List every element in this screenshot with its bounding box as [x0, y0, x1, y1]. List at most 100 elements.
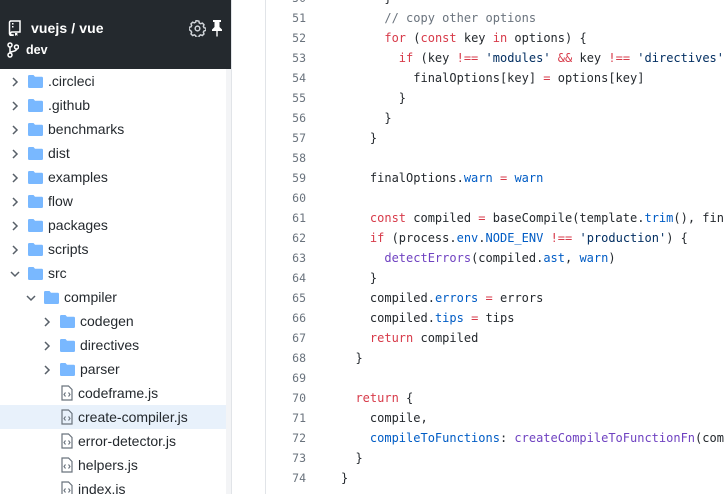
code-line: 51 // copy other options: [266, 8, 724, 28]
tree-item-label: .circleci: [48, 73, 95, 89]
line-number[interactable]: 71: [266, 408, 306, 428]
tree-folder[interactable]: benchmarks: [0, 117, 231, 141]
tree-item-label: packages: [48, 217, 108, 233]
chevron-right-icon[interactable]: [9, 171, 21, 183]
chevron-right-icon[interactable]: [9, 75, 21, 87]
line-number[interactable]: 53: [266, 48, 306, 68]
line-number[interactable]: 73: [266, 448, 306, 468]
line-number[interactable]: 56: [266, 108, 306, 128]
tree-item-label: dist: [48, 145, 70, 161]
line-number[interactable]: 68: [266, 348, 306, 368]
code-viewer: 50 }51 // copy other options52 for (cons…: [265, 0, 724, 494]
line-number[interactable]: 62: [266, 228, 306, 248]
code-token: // copy other options: [384, 11, 537, 25]
chevron-right-icon[interactable]: [41, 339, 53, 351]
line-number[interactable]: 55: [266, 88, 306, 108]
code-token: (process.: [384, 231, 457, 245]
code-line: 74}: [266, 468, 724, 488]
tree-file[interactable]: error-detector.js: [0, 429, 231, 453]
tree-file[interactable]: index.js: [0, 477, 231, 494]
chevron-right-icon[interactable]: [9, 243, 21, 255]
line-number[interactable]: 72: [266, 428, 306, 448]
line-number[interactable]: 61: [266, 208, 306, 228]
tree-folder[interactable]: examples: [0, 165, 231, 189]
tree-folder[interactable]: codegen: [0, 309, 231, 333]
chevron-right-icon[interactable]: [41, 363, 53, 375]
code-text: return {: [306, 388, 413, 408]
tree-folder[interactable]: .github: [0, 93, 231, 117]
chevron-right-icon[interactable]: [9, 99, 21, 111]
chevron-right-icon[interactable]: [41, 315, 53, 327]
line-number[interactable]: 50: [266, 0, 306, 8]
code-text: }: [306, 448, 362, 468]
tree-folder[interactable]: parser: [0, 357, 231, 381]
code-token: trim: [644, 211, 674, 225]
tree-file[interactable]: create-compiler.js: [0, 405, 231, 429]
line-number[interactable]: 64: [266, 268, 306, 288]
line-number[interactable]: 63: [266, 248, 306, 268]
gear-icon[interactable]: [188, 19, 207, 39]
chevron-right-icon[interactable]: [9, 147, 21, 159]
tree-file[interactable]: codeframe.js: [0, 381, 231, 405]
line-number[interactable]: 69: [266, 368, 306, 388]
line-number[interactable]: 66: [266, 308, 306, 328]
code-line: 52 for (const key in options) {: [266, 28, 724, 48]
tree-folder[interactable]: directives: [0, 333, 231, 357]
tree-folder[interactable]: compiler: [0, 285, 231, 309]
code-token: detectErrors: [384, 251, 472, 265]
code-lines: 50 }51 // copy other options52 for (cons…: [266, 0, 724, 488]
code-token: if: [369, 231, 385, 245]
code-token: 'production': [579, 231, 667, 245]
code-token: !==: [456, 51, 479, 65]
chevron-down-icon[interactable]: [25, 291, 37, 303]
code-token: tips: [478, 311, 515, 325]
line-number[interactable]: 65: [266, 288, 306, 308]
line-number[interactable]: 52: [266, 28, 306, 48]
code-token: compileToFunctions: [369, 431, 500, 445]
tree-folder[interactable]: src: [0, 261, 231, 285]
pin-icon[interactable]: [210, 19, 224, 37]
code-token: !==: [608, 51, 631, 65]
branch-indicator: dev: [7, 41, 48, 59]
line-number[interactable]: 59: [266, 168, 306, 188]
line-number[interactable]: 70: [266, 388, 306, 408]
repo-link[interactable]: vuejs / vue: [8, 18, 104, 38]
git-branch-icon: [7, 42, 20, 58]
code-token: }: [369, 271, 378, 285]
line-number[interactable]: 57: [266, 128, 306, 148]
tree-item-label: scripts: [48, 241, 89, 257]
chevron-right-icon[interactable]: [9, 123, 21, 135]
tree-folder[interactable]: .circleci: [0, 69, 231, 93]
code-token: const: [369, 211, 407, 225]
code-token: key: [572, 51, 609, 65]
chevron-right-icon[interactable]: [9, 195, 21, 207]
folder-icon: [60, 362, 75, 376]
tree-folder[interactable]: dist: [0, 141, 231, 165]
line-number[interactable]: 58: [266, 148, 306, 168]
code-text: if (key !== 'modules' && key !== 'direct…: [306, 48, 724, 68]
tree-file[interactable]: helpers.js: [0, 453, 231, 477]
line-number[interactable]: 74: [266, 468, 306, 488]
chevron-down-icon[interactable]: [9, 267, 21, 279]
tree-folder[interactable]: scripts: [0, 237, 231, 261]
folder-icon: [60, 338, 75, 352]
code-line: 57 }: [266, 128, 724, 148]
line-number[interactable]: 51: [266, 8, 306, 28]
code-line: 71 compile,: [266, 408, 724, 428]
tree-folder[interactable]: packages: [0, 213, 231, 237]
code-token: (key: [413, 51, 457, 65]
code-line: 72 compileToFunctions: createCompileToFu…: [266, 428, 724, 448]
chevron-right-icon[interactable]: [9, 219, 21, 231]
code-token: =: [478, 211, 486, 225]
sidebar-scrollbar[interactable]: [226, 69, 231, 494]
tree-folder[interactable]: flow: [0, 189, 231, 213]
code-token: tips: [434, 311, 464, 325]
repo-title[interactable]: vuejs / vue: [31, 20, 104, 36]
line-number[interactable]: 60: [266, 188, 306, 208]
code-line: 50 }: [266, 0, 724, 8]
code-text: }: [306, 128, 377, 148]
line-number[interactable]: 67: [266, 328, 306, 348]
code-token: finalOptions[key]: [413, 71, 544, 85]
code-text: const compiled = baseCompile(template.tr…: [306, 208, 724, 228]
line-number[interactable]: 54: [266, 68, 306, 88]
